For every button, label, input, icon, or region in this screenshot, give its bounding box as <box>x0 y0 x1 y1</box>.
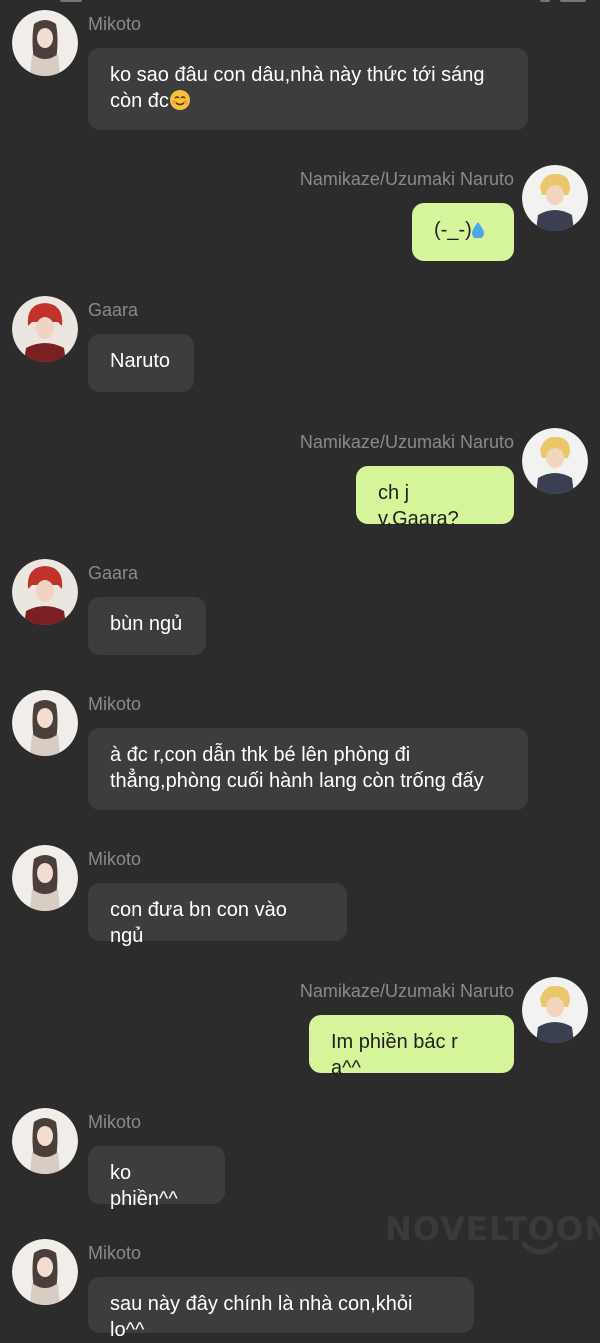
message-text: (-_-) <box>434 219 472 241</box>
message-row: Gaara bùn ngủ <box>0 559 600 659</box>
sender-name: Namikaze/Uzumaki Naruto <box>299 169 514 189</box>
message-row: Namikaze/Uzumaki Naruto (-_-) <box>0 165 600 265</box>
sender-name: Mikoto <box>88 14 142 34</box>
message-bubble[interactable]: con đưa bn con vào ngủ <box>88 883 347 947</box>
sender-name: Namikaze/Uzumaki Naruto <box>299 432 514 452</box>
message-text: sau này đây chính là nhà con,khỏi lo^^ <box>110 1293 413 1341</box>
message-bubble[interactable]: sau này đây chính là nhà con,khỏi lo^^ <box>88 1277 474 1341</box>
message-bubble[interactable]: Im phiền bác r ạ^^ <box>309 1015 514 1079</box>
message-text: ch j v,Gaara? <box>378 482 459 530</box>
message-row: Namikaze/Uzumaki Naruto Im phiền bác r ạ… <box>0 977 600 1079</box>
status-bar-remnant <box>0 0 600 4</box>
sender-name: Gaara <box>88 563 139 583</box>
message-bubble[interactable]: (-_-) <box>412 203 514 261</box>
smiling-face-icon <box>169 90 190 110</box>
sender-name: Namikaze/Uzumaki Naruto <box>299 981 514 1001</box>
message-bubble[interactable]: ch j v,Gaara? <box>356 466 514 530</box>
mikoto-avatar[interactable] <box>12 10 78 76</box>
message-text-line: còn đc <box>110 88 506 114</box>
message-row: Mikoto ko phiền^^ <box>0 1108 600 1210</box>
message-text: Im phiền bác r ạ^^ <box>331 1031 458 1079</box>
sender-name: Mikoto <box>88 694 142 714</box>
sender-name: Mikoto <box>88 1243 142 1263</box>
message-text-line: à đc r,con dẫn thk bé lên phòng đi <box>110 744 411 766</box>
mikoto-avatar[interactable] <box>12 845 78 911</box>
message-row: Namikaze/Uzumaki Naruto ch j v,Gaara? <box>0 428 600 530</box>
sender-name: Gaara <box>88 300 139 320</box>
sender-name: Mikoto <box>88 849 142 869</box>
message-bubble[interactable]: ko phiền^^ <box>88 1146 225 1210</box>
message-row: Mikoto sau này đây chính là nhà con,khỏi… <box>0 1239 600 1341</box>
water-drop-icon <box>471 222 484 238</box>
message-bubble[interactable]: à đc r,con dẫn thk bé lên phòng đi thẳng… <box>88 728 528 810</box>
naruto-avatar[interactable] <box>522 428 588 494</box>
gaara-avatar[interactable] <box>12 559 78 625</box>
message-row: Gaara Naruto <box>0 296 600 396</box>
message-text-line: thẳng,phòng cuối hành lang còn trống đấy <box>110 770 484 792</box>
naruto-avatar[interactable] <box>522 165 588 231</box>
message-text: Naruto <box>110 350 171 372</box>
sender-name: Mikoto <box>88 1112 142 1132</box>
naruto-avatar[interactable] <box>522 977 588 1043</box>
message-row: Mikoto à đc r,con dẫn thk bé lên phòng đ… <box>0 690 600 812</box>
message-text: bùn ngủ <box>110 613 183 635</box>
mikoto-avatar[interactable] <box>12 1239 78 1305</box>
gaara-avatar[interactable] <box>12 296 78 362</box>
message-text: ko phiền^^ <box>110 1162 178 1210</box>
message-row: Mikoto ko sao đâu con dâu,nhà này thức t… <box>0 10 600 130</box>
mikoto-avatar[interactable] <box>12 690 78 756</box>
message-text-line: ko sao đâu con dâu,nhà này thức tới sáng <box>110 64 485 86</box>
message-bubble[interactable]: Naruto <box>88 334 194 392</box>
mikoto-avatar[interactable] <box>12 1108 78 1174</box>
message-bubble[interactable]: bùn ngủ <box>88 597 206 655</box>
message-row: Mikoto con đưa bn con vào ngủ <box>0 845 600 947</box>
message-text: con đưa bn con vào ngủ <box>110 899 287 947</box>
message-bubble[interactable]: ko sao đâu con dâu,nhà này thức tới sáng… <box>88 48 528 130</box>
